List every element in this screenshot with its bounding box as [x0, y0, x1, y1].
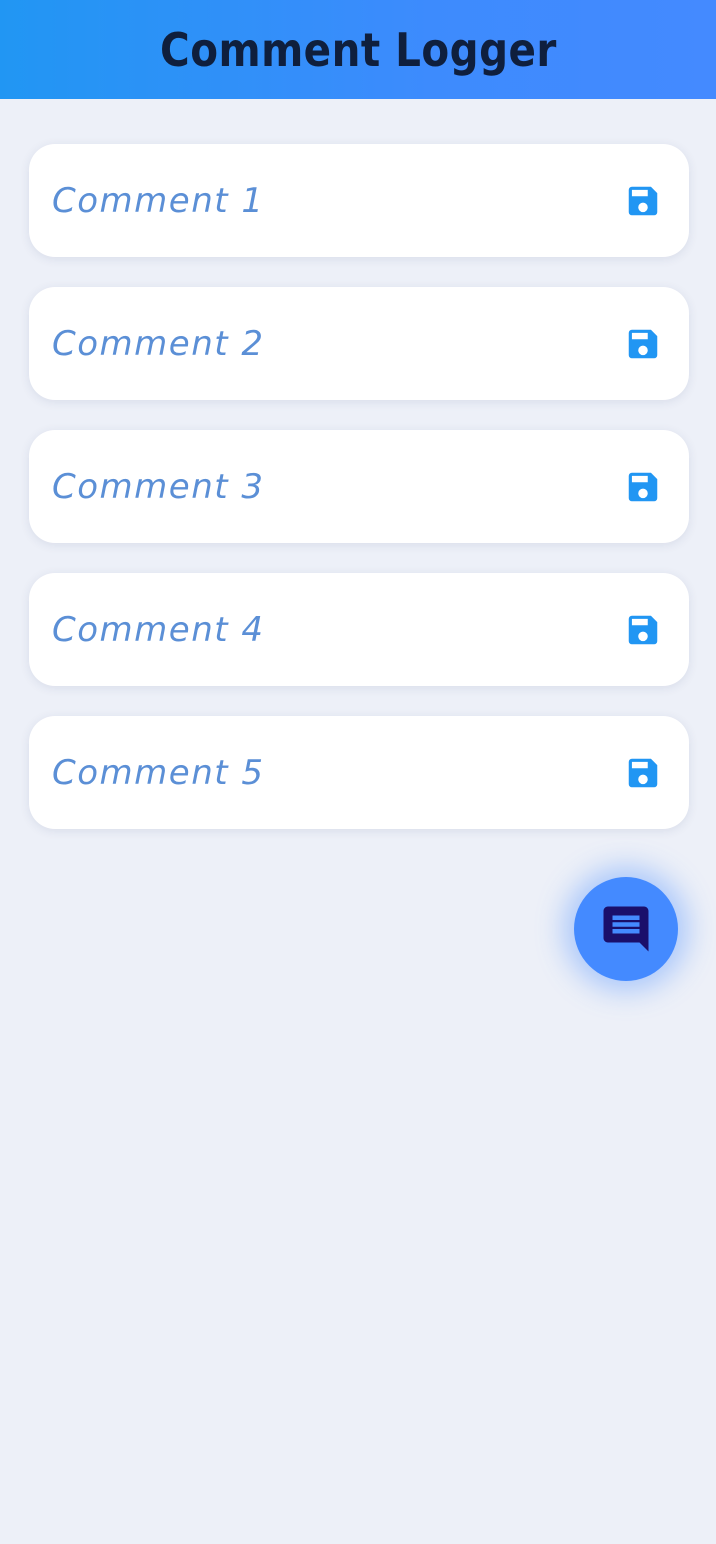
save-button[interactable] [623, 181, 663, 221]
save-button[interactable] [623, 610, 663, 650]
comment-card[interactable]: Comment 2 [29, 287, 689, 400]
comment-card[interactable]: Comment 3 [29, 430, 689, 543]
save-icon [628, 615, 658, 644]
save-icon [628, 186, 658, 215]
save-button[interactable] [623, 753, 663, 793]
comment-text: Comment 5 [52, 752, 265, 793]
comment-text: Comment 3 [52, 466, 265, 507]
save-icon [628, 329, 658, 358]
save-button[interactable] [623, 467, 663, 507]
comment-card[interactable]: Comment 5 [29, 716, 689, 829]
comment-text: Comment 4 [52, 609, 265, 650]
app-title: Comment Logger [159, 22, 557, 77]
save-button[interactable] [623, 324, 663, 364]
save-icon [628, 758, 658, 787]
comment-list: Comment 1 Comment 2 Comment 3 Comment 4 [29, 144, 689, 859]
comment-text: Comment 1 [52, 180, 265, 221]
app-bar: Comment Logger [0, 0, 716, 99]
comment-text: Comment 2 [52, 323, 265, 364]
add-comment-fab[interactable] [574, 877, 678, 981]
comment-card[interactable]: Comment 4 [29, 573, 689, 686]
save-icon [628, 472, 658, 501]
comment-icon [603, 906, 649, 952]
comment-card[interactable]: Comment 1 [29, 144, 689, 257]
